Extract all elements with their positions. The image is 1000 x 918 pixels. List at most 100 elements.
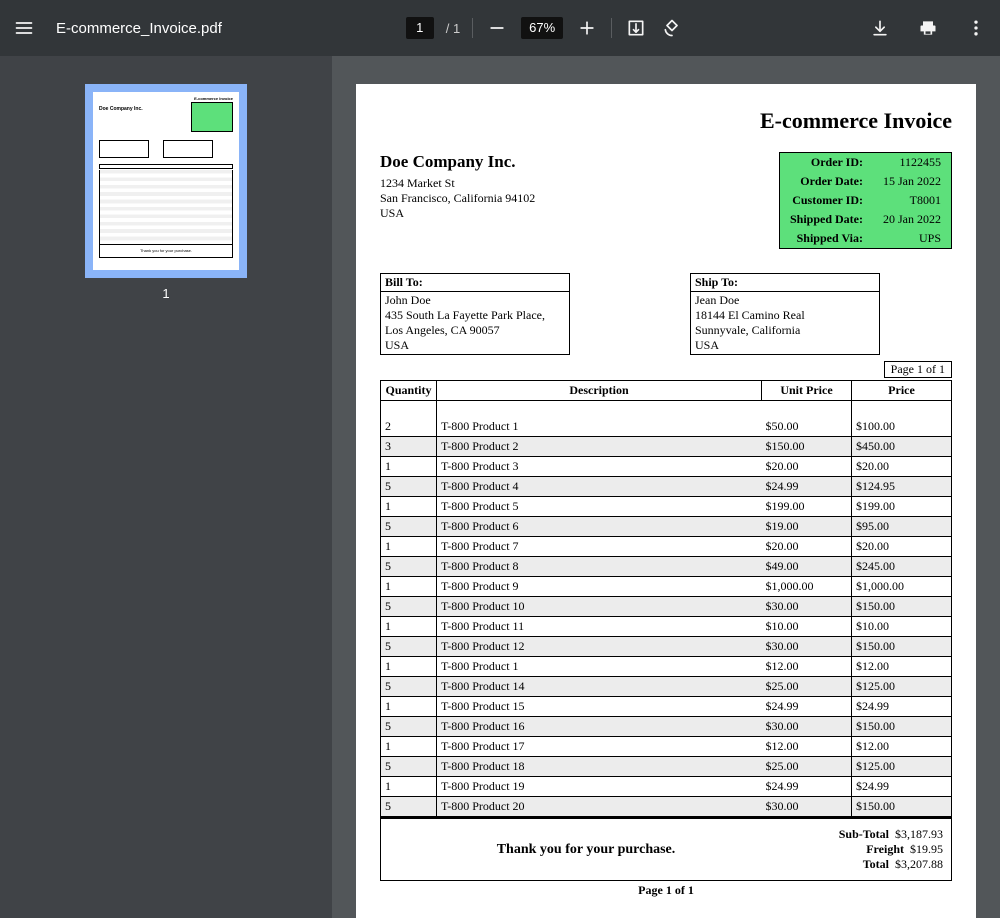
shipped-date-label: Shipped Date: bbox=[780, 210, 873, 229]
table-row: 1T-800 Product 9$1,000.00$1,000.00 bbox=[381, 577, 952, 597]
cell-unit: $50.00 bbox=[762, 401, 852, 437]
table-row: 1T-800 Product 3$20.00$20.00 bbox=[381, 457, 952, 477]
cell-price: $150.00 bbox=[852, 597, 952, 617]
cell-desc: T-800 Product 7 bbox=[437, 537, 762, 557]
bill-line3: Los Angeles, CA 90057 bbox=[385, 323, 565, 338]
thumb-table-head bbox=[99, 164, 233, 169]
company-name: Doe Company Inc. bbox=[380, 152, 535, 172]
table-row: 5T-800 Product 4$24.99$124.95 bbox=[381, 477, 952, 497]
ship-to-heading: Ship To: bbox=[691, 274, 879, 292]
rotate-button[interactable] bbox=[660, 16, 684, 40]
cell-desc: T-800 Product 1 bbox=[437, 401, 762, 437]
shipped-date: 20 Jan 2022 bbox=[873, 210, 951, 229]
cell-desc: T-800 Product 5 bbox=[437, 497, 762, 517]
cell-desc: T-800 Product 9 bbox=[437, 577, 762, 597]
table-row: 1T-800 Product 15$24.99$24.99 bbox=[381, 697, 952, 717]
thumb-order-box bbox=[191, 102, 233, 132]
cell-unit: $1,000.00 bbox=[762, 577, 852, 597]
cell-desc: T-800 Product 6 bbox=[437, 517, 762, 537]
cell-qty: 5 bbox=[381, 477, 437, 497]
file-name: E-commerce_Invoice.pdf bbox=[56, 20, 222, 37]
table-row: 5T-800 Product 8$49.00$245.00 bbox=[381, 557, 952, 577]
cell-qty: 3 bbox=[381, 437, 437, 457]
customer-id-label: Customer ID: bbox=[780, 191, 873, 210]
cell-price: $245.00 bbox=[852, 557, 952, 577]
bill-line4: USA bbox=[385, 338, 565, 353]
cell-qty: 1 bbox=[381, 697, 437, 717]
customer-id: T8001 bbox=[873, 191, 951, 210]
cell-desc: T-800 Product 11 bbox=[437, 617, 762, 637]
cell-unit: $199.00 bbox=[762, 497, 852, 517]
thumbnail-sidebar: E-commerce Invoice Doe Company Inc. Than… bbox=[0, 56, 332, 918]
doc-title: E-commerce Invoice bbox=[380, 108, 952, 134]
zoom-in-button[interactable] bbox=[575, 16, 599, 40]
col-qty: Quantity bbox=[381, 381, 437, 401]
cell-unit: $20.00 bbox=[762, 537, 852, 557]
table-row: 2T-800 Product 1$50.00$100.00 bbox=[381, 401, 952, 437]
ship-to-box: Ship To: Jean Doe 18144 El Camino Real S… bbox=[690, 273, 880, 355]
download-button[interactable] bbox=[868, 16, 892, 40]
cell-price: $150.00 bbox=[852, 717, 952, 737]
thumbnail-1[interactable]: E-commerce Invoice Doe Company Inc. Than… bbox=[85, 84, 247, 278]
page-current-input[interactable]: 1 bbox=[406, 17, 434, 39]
cell-qty: 1 bbox=[381, 657, 437, 677]
pdf-page-1: E-commerce Invoice Doe Company Inc. 1234… bbox=[356, 84, 976, 918]
cell-unit: $150.00 bbox=[762, 437, 852, 457]
menu-icon[interactable] bbox=[12, 16, 36, 40]
cell-unit: $19.00 bbox=[762, 517, 852, 537]
order-id-label: Order ID: bbox=[780, 153, 873, 172]
cell-unit: $24.99 bbox=[762, 477, 852, 497]
zoom-level[interactable]: 67% bbox=[521, 17, 563, 39]
table-row: 5T-800 Product 20$30.00$150.00 bbox=[381, 797, 952, 817]
cell-unit: $24.99 bbox=[762, 697, 852, 717]
more-menu-button[interactable] bbox=[964, 16, 988, 40]
invoice-footer: Thank you for your purchase. Sub-Total$3… bbox=[380, 817, 952, 881]
cell-desc: T-800 Product 20 bbox=[437, 797, 762, 817]
ship-line4: USA bbox=[695, 338, 875, 353]
cell-price: $95.00 bbox=[852, 517, 952, 537]
thumb-table-rows bbox=[99, 170, 233, 244]
cell-unit: $30.00 bbox=[762, 717, 852, 737]
page-scroll-area[interactable]: E-commerce Invoice Doe Company Inc. 1234… bbox=[332, 56, 1000, 918]
thank-you-text: Thank you for your purchase. bbox=[381, 819, 791, 880]
cell-desc: T-800 Product 4 bbox=[437, 477, 762, 497]
thumb-doc-title: E-commerce Invoice bbox=[194, 96, 233, 101]
page-total: 1 bbox=[453, 21, 460, 36]
print-button[interactable] bbox=[916, 16, 940, 40]
cell-unit: $30.00 bbox=[762, 797, 852, 817]
cell-desc: T-800 Product 17 bbox=[437, 737, 762, 757]
page-label-top: Page 1 of 1 bbox=[884, 361, 952, 378]
fit-page-button[interactable] bbox=[624, 16, 648, 40]
cell-qty: 5 bbox=[381, 757, 437, 777]
cell-desc: T-800 Product 8 bbox=[437, 557, 762, 577]
cell-unit: $30.00 bbox=[762, 637, 852, 657]
cell-desc: T-800 Product 3 bbox=[437, 457, 762, 477]
bill-to-heading: Bill To: bbox=[381, 274, 569, 292]
cell-qty: 5 bbox=[381, 717, 437, 737]
company-line3: USA bbox=[380, 206, 535, 221]
cell-price: $20.00 bbox=[852, 457, 952, 477]
subtotal-label: Sub-Total bbox=[791, 827, 895, 842]
cell-price: $100.00 bbox=[852, 401, 952, 437]
cell-price: $199.00 bbox=[852, 497, 952, 517]
cell-qty: 1 bbox=[381, 537, 437, 557]
zoom-out-button[interactable] bbox=[485, 16, 509, 40]
order-date: 15 Jan 2022 bbox=[873, 172, 951, 191]
cell-price: $12.00 bbox=[852, 737, 952, 757]
cell-qty: 1 bbox=[381, 577, 437, 597]
workspace: E-commerce Invoice Doe Company Inc. Than… bbox=[0, 56, 1000, 918]
col-unit: Unit Price bbox=[762, 381, 852, 401]
cell-desc: T-800 Product 1 bbox=[437, 657, 762, 677]
cell-desc: T-800 Product 18 bbox=[437, 757, 762, 777]
cell-unit: $10.00 bbox=[762, 617, 852, 637]
table-row: 5T-800 Product 16$30.00$150.00 bbox=[381, 717, 952, 737]
pager-sep: / bbox=[446, 21, 450, 36]
cell-price: $12.00 bbox=[852, 657, 952, 677]
cell-price: $10.00 bbox=[852, 617, 952, 637]
company-line1: 1234 Market St bbox=[380, 176, 535, 191]
table-row: 1T-800 Product 1$12.00$12.00 bbox=[381, 657, 952, 677]
cell-desc: T-800 Product 14 bbox=[437, 677, 762, 697]
cell-qty: 5 bbox=[381, 557, 437, 577]
shipped-via: UPS bbox=[873, 229, 951, 248]
cell-unit: $30.00 bbox=[762, 597, 852, 617]
